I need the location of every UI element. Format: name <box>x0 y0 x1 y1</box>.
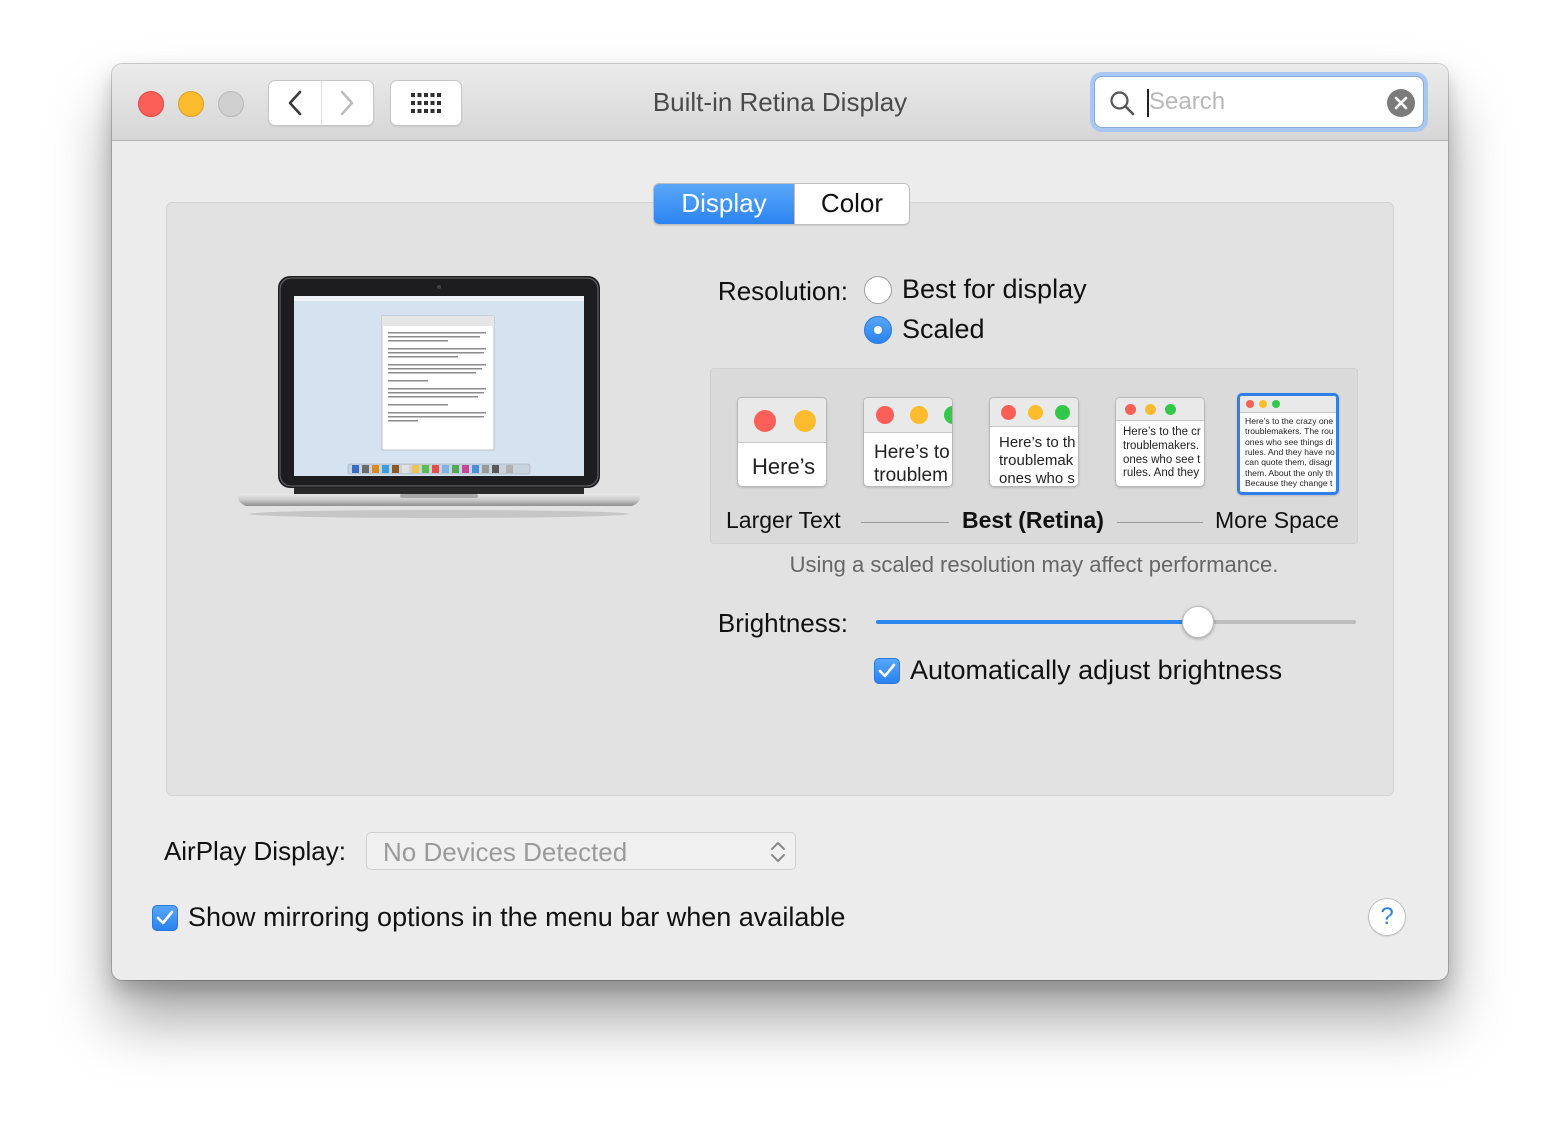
auto-brightness-checkbox[interactable]: Automatically adjust brightness <box>874 655 1282 686</box>
show-all-button[interactable] <box>390 80 462 126</box>
forward-button <box>320 81 374 125</box>
checkbox[interactable] <box>874 657 900 684</box>
mirroring-options-checkbox[interactable]: Show mirroring options in the menu bar w… <box>152 902 845 933</box>
scale-label-more-space: More Space <box>1215 507 1340 533</box>
scaled-resolution-picker: Here’s Here’s to troublem Here’s to th t… <box>710 368 1358 544</box>
checkmark-icon <box>878 663 896 677</box>
scale-label-larger-text: Larger Text <box>726 507 841 533</box>
airplay-select-value: No Devices Detected <box>383 837 628 867</box>
thumbnail-text: Here’s to the cr troublemakers. ones who… <box>1123 426 1201 480</box>
zoom-button <box>218 91 244 117</box>
close-icon <box>1125 404 1136 415</box>
brightness-slider[interactable] <box>876 620 1356 624</box>
tab-color[interactable]: Color <box>794 184 909 224</box>
system-preferences-window: Built-in Retina Display Display Color <box>112 64 1448 980</box>
close-icon <box>1001 405 1016 420</box>
thumbnail-titlebar <box>1240 396 1336 413</box>
minimize-icon <box>910 406 928 424</box>
chevron-right-icon <box>340 90 354 116</box>
zoom-icon <box>1165 404 1176 415</box>
zoom-icon <box>1055 405 1070 420</box>
radio-best-for-display[interactable]: Best for display <box>864 274 1087 305</box>
laptop-preview-image <box>237 276 641 518</box>
minimize-button[interactable] <box>178 91 204 117</box>
minimize-icon <box>1028 405 1043 420</box>
search-icon <box>1110 91 1135 116</box>
navigation-buttons <box>268 80 374 126</box>
tab-display[interactable]: Display <box>654 184 794 224</box>
close-icon <box>1246 400 1254 408</box>
search-field[interactable] <box>1094 76 1424 128</box>
close-icon <box>1394 96 1408 110</box>
radio-scaled[interactable]: Scaled <box>864 314 985 345</box>
scale-option-more-space[interactable]: Here’s to the crazy one troublemakers. T… <box>1237 393 1339 495</box>
thumbnail-text: Here’s to troublem <box>874 442 950 486</box>
clear-search-button[interactable] <box>1387 89 1415 117</box>
grid-icon <box>411 93 441 113</box>
scale-option-larger-text[interactable]: Here’s <box>737 397 827 487</box>
checkbox-label: Automatically adjust brightness <box>910 655 1283 685</box>
scale-option-2[interactable]: Here’s to troublem <box>863 397 953 487</box>
brightness-slider-fill <box>876 620 1198 624</box>
brightness-label: Brightness: <box>717 608 848 638</box>
thumbnail-text: Here’s to the crazy one troublemakers. T… <box>1245 416 1335 488</box>
airplay-display-select: No Devices Detected <box>366 832 796 870</box>
search-input[interactable] <box>1149 87 1369 117</box>
minimize-icon <box>794 410 816 432</box>
window-title: Built-in Retina Display <box>652 87 908 117</box>
thumbnail-text: Here’s <box>752 454 816 479</box>
zoom-icon <box>1272 400 1280 408</box>
title-bar: Built-in Retina Display <box>112 64 1448 141</box>
scale-label-best-retina: Best (Retina) <box>962 507 1104 533</box>
back-button[interactable] <box>269 81 321 125</box>
thumbnail-text: Here’s to th troublemak ones who s <box>999 434 1076 487</box>
close-button[interactable] <box>138 91 164 117</box>
checkmark-icon <box>156 910 174 924</box>
radio-label: Scaled <box>902 314 985 344</box>
minimize-icon <box>1145 404 1156 415</box>
chevron-left-icon <box>288 90 302 116</box>
minimize-icon <box>1259 400 1267 408</box>
scale-option-4[interactable]: Here’s to the cr troublemakers. ones who… <box>1115 397 1205 487</box>
radio-button[interactable] <box>864 275 892 304</box>
checkbox[interactable] <box>152 904 178 931</box>
radio-button[interactable] <box>864 315 892 344</box>
checkbox-label: Show mirroring options in the menu bar w… <box>188 902 846 932</box>
scale-divider <box>861 522 949 523</box>
resolution-label: Resolution: <box>717 276 848 306</box>
up-down-chevron-icon <box>771 842 785 862</box>
close-icon <box>876 406 894 424</box>
brightness-slider-knob[interactable] <box>1182 606 1214 638</box>
scale-divider <box>1117 522 1203 523</box>
radio-label: Best for display <box>902 274 1087 304</box>
help-button[interactable]: ? <box>1368 898 1406 936</box>
close-icon <box>754 410 776 432</box>
airplay-label: AirPlay Display: <box>163 836 346 866</box>
scale-option-best-retina[interactable]: Here’s to th troublemak ones who s <box>989 397 1079 487</box>
tab-bar: Display Color <box>653 183 910 225</box>
performance-note: Using a scaled resolution may affect per… <box>789 552 1279 577</box>
